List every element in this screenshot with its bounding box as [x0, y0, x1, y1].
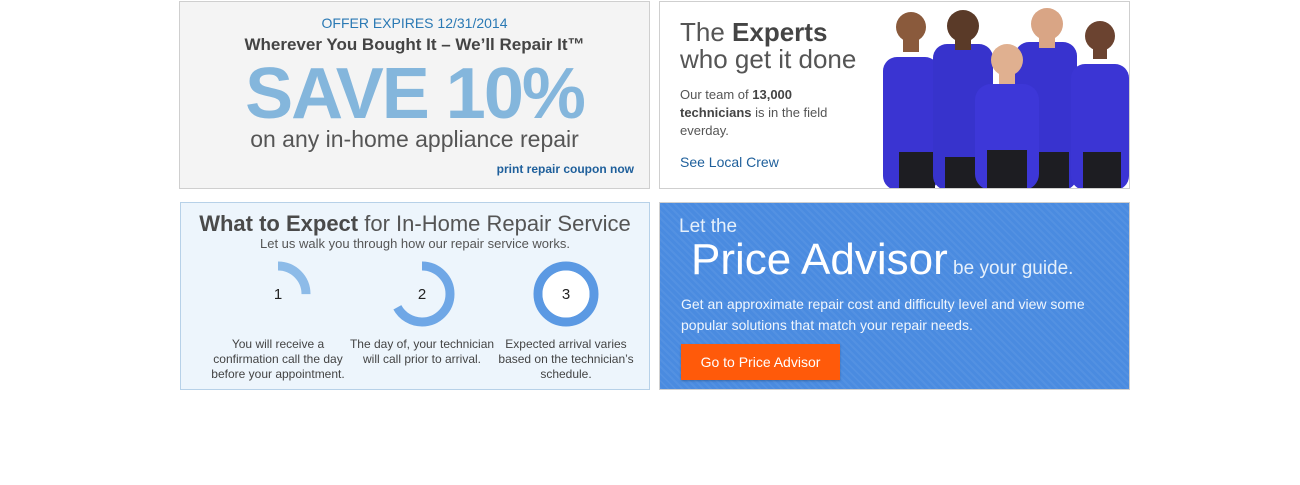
experts-description: Our team of 13,000 technicians is in the …	[680, 86, 860, 140]
step-progress-ring-icon: 1	[245, 261, 311, 327]
coupon-headline: SAVE 10%	[245, 54, 586, 134]
experts-desc-technicians: technicians	[680, 105, 752, 120]
step-caption: You will receive a confirmation call the…	[211, 337, 345, 381]
step-caption: Expected arrival varies based on the tec…	[498, 337, 634, 381]
coupon-panel: OFFER EXPIRES 12/31/2014 Wherever You Bo…	[179, 1, 650, 189]
coupon-tagline: Wherever You Bought It – We’ll Repair It…	[244, 35, 585, 54]
technician-figure	[1071, 21, 1129, 188]
print-coupon-link[interactable]: print repair coupon now	[497, 162, 634, 176]
step-3: 3 Expected arrival varies based on the t…	[491, 261, 641, 382]
expect-title-rest: for In-Home Repair Service	[358, 211, 631, 236]
advisor-title-suffix: be your guide.	[947, 258, 1074, 279]
advisor-title-main: Price Advisor	[691, 235, 948, 284]
step-1: 1 You will receive a confirmation call t…	[203, 261, 353, 382]
expect-title: What to Expect for In-Home Repair Servic…	[181, 211, 649, 237]
coupon-subline: on any in-home appliance repair	[250, 126, 579, 152]
step-progress-ring-icon: 2	[389, 261, 455, 327]
experts-title-line2: who get it done	[680, 44, 857, 74]
step-number: 2	[418, 286, 426, 303]
technician-figure	[883, 12, 939, 188]
step-progress-ring-icon: 3	[533, 261, 599, 327]
expect-subtitle: Let us walk you through how our repair s…	[260, 236, 570, 251]
technician-count: 13,000	[752, 87, 793, 102]
experts-title-prefix: The	[680, 17, 733, 47]
step-caption: The day of, your technician will call pr…	[349, 337, 495, 366]
go-to-price-advisor-button[interactable]: Go to Price Advisor	[681, 344, 840, 380]
technicians-team-image	[883, 8, 1129, 188]
experts-title-bold: Experts	[732, 17, 828, 47]
advisor-description: Get an approximate repair cost and diffi…	[681, 296, 1085, 333]
advisor-title: Price Advisor be your guide.	[691, 235, 1073, 285]
experts-desc-pre: Our team of	[680, 87, 753, 102]
step-number: 1	[274, 286, 282, 303]
experts-title: The Experts	[680, 18, 827, 46]
expect-title-bold: What to Expect	[199, 211, 359, 236]
price-advisor-panel: Let the Price Advisor be your guide. Get…	[659, 202, 1130, 390]
experts-panel: The Experts who get it done Our team of …	[659, 1, 1130, 189]
step-2: 2 The day of, your technician will call …	[347, 261, 497, 367]
see-local-crew-link[interactable]: See Local Crew	[680, 154, 779, 170]
step-number: 3	[562, 286, 570, 303]
offer-expiration: OFFER EXPIRES 12/31/2014	[321, 15, 508, 31]
what-to-expect-panel: What to Expect for In-Home Repair Servic…	[180, 202, 650, 390]
